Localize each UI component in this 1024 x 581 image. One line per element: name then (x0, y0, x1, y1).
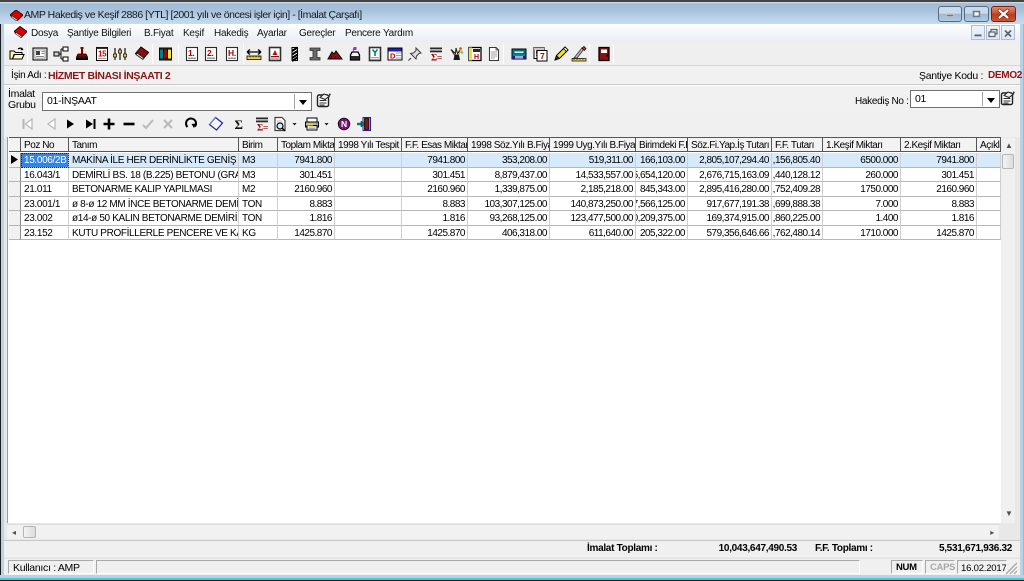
svg-text:Σ: Σ (235, 117, 243, 132)
svg-text:2.: 2. (207, 48, 214, 58)
svg-text:D: D (390, 52, 396, 61)
svg-text:Σ=: Σ= (257, 124, 268, 133)
svg-text:7: 7 (540, 51, 545, 61)
svg-text:15: 15 (98, 50, 107, 59)
svg-text:Σ=: Σ= (431, 54, 442, 63)
svg-text:N: N (341, 119, 347, 129)
svg-text:H: H (474, 54, 479, 61)
svg-text:H.: H. (228, 48, 236, 58)
svg-text:1.: 1. (188, 48, 195, 58)
